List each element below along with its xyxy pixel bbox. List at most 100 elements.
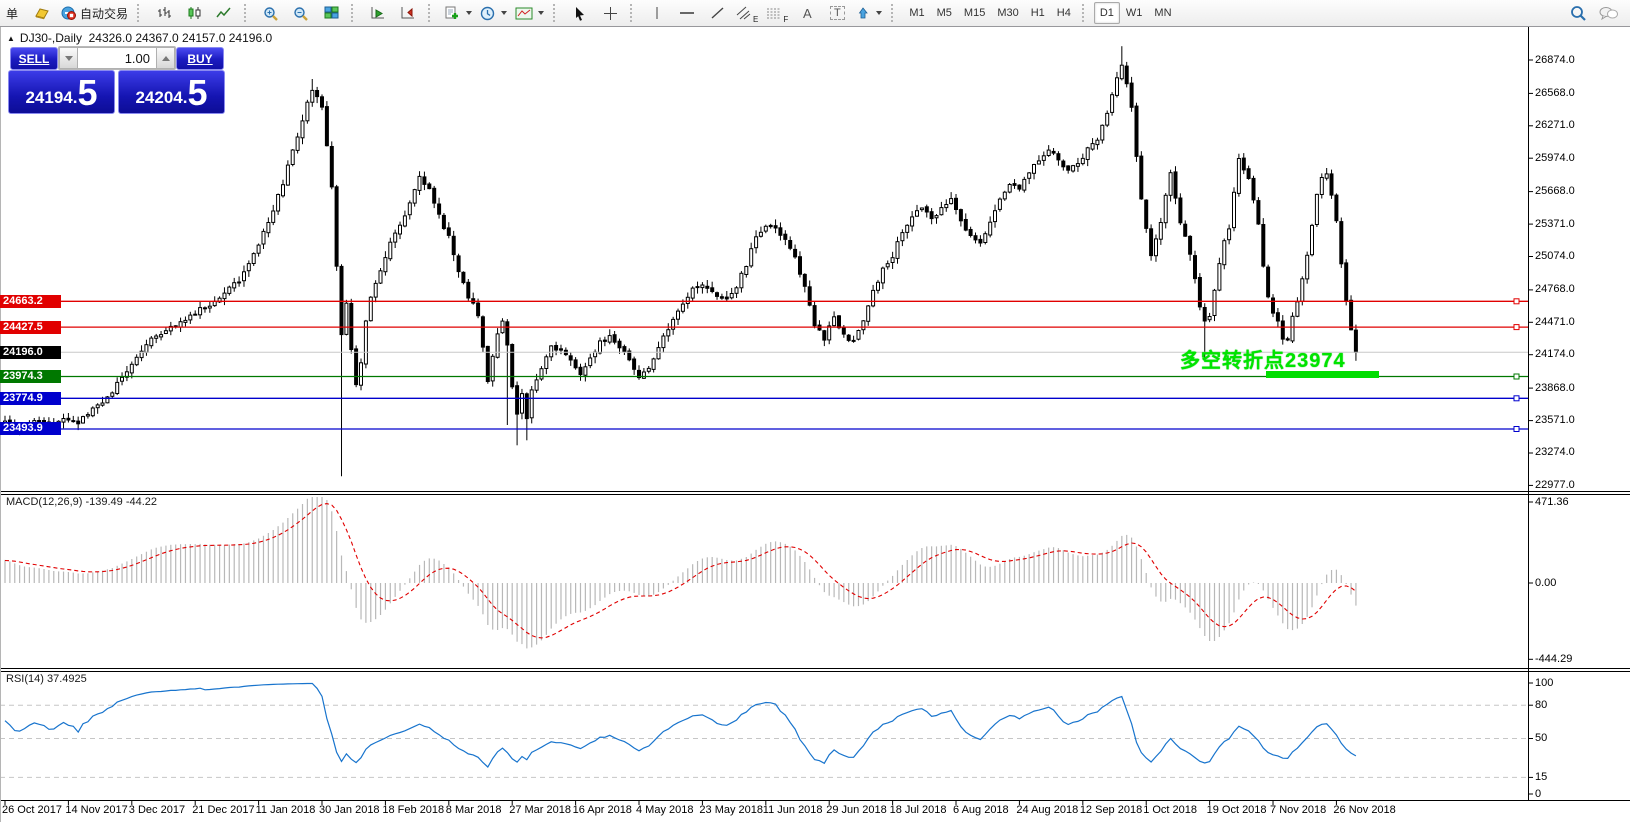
timeframe-mn[interactable]: MN xyxy=(1148,2,1177,24)
buy-price-main: 24204 xyxy=(135,88,182,108)
volume-decrease-button[interactable] xyxy=(59,47,78,69)
mt4-window: 单 自动交易 xyxy=(0,0,1630,822)
chart-symbol-period: DJ30-,Daily xyxy=(20,31,82,45)
candlestick-chart-icon xyxy=(187,6,202,20)
chat-button[interactable] xyxy=(1594,1,1622,25)
orders-clipped-button[interactable]: 单 xyxy=(0,1,26,25)
buy-button-label: BUY xyxy=(187,52,212,66)
timeframe-m1[interactable]: M1 xyxy=(903,2,930,24)
volume-increase-button[interactable] xyxy=(156,47,175,69)
horizontal-line-tool-button[interactable] xyxy=(673,1,701,25)
line-chart-icon xyxy=(216,6,232,20)
indicators-button[interactable] xyxy=(512,1,547,25)
chart-shift-button[interactable] xyxy=(394,1,422,25)
new-order-icon xyxy=(444,6,461,21)
tile-windows-button[interactable] xyxy=(317,1,345,25)
buy-price-button[interactable]: 24204.5 xyxy=(118,70,225,114)
new-order-button[interactable] xyxy=(441,1,475,25)
autotrading-button[interactable]: 自动交易 xyxy=(58,1,131,25)
indicators-dropdown-caret xyxy=(538,11,544,15)
collapse-panel-icon[interactable]: ▲ xyxy=(7,34,15,43)
timeframe-m5[interactable]: M5 xyxy=(931,2,958,24)
toolbar: 单 自动交易 xyxy=(0,0,1630,27)
gold-bar-icon xyxy=(34,6,50,20)
bar-chart-button[interactable] xyxy=(150,1,178,25)
sell-price-pips: 5 xyxy=(77,75,97,111)
bar-chart-icon xyxy=(157,6,172,20)
toolbar-grip[interactable] xyxy=(137,4,146,22)
auto-scroll-icon xyxy=(370,6,386,20)
chart-window[interactable]: 24663.224427.524196.023974.323774.923493… xyxy=(0,27,1630,822)
candlestick-chart-button[interactable] xyxy=(180,1,208,25)
fibonacci-tool-letter: F xyxy=(783,15,788,24)
clock-icon xyxy=(480,6,496,21)
chart-canvas[interactable] xyxy=(0,27,1630,822)
trendline-tool-button[interactable] xyxy=(703,1,731,25)
rsi-value: 37.4925 xyxy=(47,673,87,685)
zoom-out-button[interactable] xyxy=(287,1,315,25)
toolbar-grip[interactable] xyxy=(891,4,900,22)
channel-tool-letter: E xyxy=(753,15,758,24)
tile-windows-icon xyxy=(324,6,339,20)
crosshair-icon xyxy=(603,6,618,21)
timeframe-bar: M1M5M15M30H1H4 D1W1MN xyxy=(903,2,1177,24)
cursor-tool-button[interactable] xyxy=(566,1,594,25)
rsi-label: RSI(14) 37.4925 xyxy=(6,673,87,685)
equidistant-channel-icon xyxy=(736,6,753,21)
sell-button[interactable]: SELL xyxy=(10,47,58,70)
fibonacci-icon xyxy=(766,6,783,21)
period-dropdown-caret xyxy=(501,11,507,15)
triangle-down-icon xyxy=(65,56,73,61)
one-click-trading-panel: SELL 1.00 BUY 24194.5 24204.5 xyxy=(8,45,224,113)
timeframe-d1[interactable]: D1 xyxy=(1094,2,1120,24)
macd-label: MACD(12,26,9) -139.49 -44.22 xyxy=(6,496,157,508)
volume-input[interactable]: 1.00 xyxy=(78,47,156,69)
toolbar-grip[interactable] xyxy=(553,4,562,22)
triangle-up-icon xyxy=(162,56,170,61)
indicators-icon xyxy=(515,6,533,21)
orders-clipped-label: 单 xyxy=(6,5,18,22)
timeframe-m15[interactable]: M15 xyxy=(958,2,991,24)
sell-price-button[interactable]: 24194.5 xyxy=(8,70,115,114)
text-label-tool-button[interactable]: T xyxy=(823,1,851,25)
search-icon xyxy=(1570,5,1587,21)
fibonacci-tool-button[interactable]: F xyxy=(763,1,791,25)
vertical-line-icon xyxy=(651,6,663,20)
toolbar-grip[interactable] xyxy=(428,4,437,22)
new-order-dropdown-caret xyxy=(466,11,472,15)
toolbar-grip[interactable] xyxy=(244,4,253,22)
vertical-line-tool-button[interactable] xyxy=(643,1,671,25)
period-clock-button[interactable] xyxy=(477,1,510,25)
timeframe-h4[interactable]: H4 xyxy=(1051,2,1077,24)
toolbar-grip[interactable] xyxy=(351,4,360,22)
timeframe-m30[interactable]: M30 xyxy=(991,2,1024,24)
chat-bubbles-icon xyxy=(1599,6,1618,21)
zoom-in-button[interactable] xyxy=(257,1,285,25)
timeframe-w1[interactable]: W1 xyxy=(1120,2,1149,24)
text-tool-button[interactable]: A xyxy=(793,1,821,25)
zoom-in-icon xyxy=(263,6,279,21)
arrow-shapes-icon xyxy=(856,6,871,20)
zoom-out-icon xyxy=(293,6,309,21)
sell-price-main: 24194 xyxy=(25,88,72,108)
volume-value: 1.00 xyxy=(125,51,150,66)
trendline-icon xyxy=(710,6,725,20)
auto-scroll-button[interactable] xyxy=(364,1,392,25)
toolbar-grip[interactable] xyxy=(1082,4,1091,22)
arrows-dropdown-caret xyxy=(876,11,882,15)
buy-price-pips: 5 xyxy=(187,75,207,111)
timeframe-h1[interactable]: H1 xyxy=(1025,2,1051,24)
text-tool-label: A xyxy=(803,6,812,21)
crosshair-tool-button[interactable] xyxy=(596,1,624,25)
autotrading-icon xyxy=(61,6,77,20)
arrows-tool-button[interactable] xyxy=(853,1,885,25)
macd-values: -139.49 -44.22 xyxy=(85,496,157,508)
channel-tool-button[interactable]: E xyxy=(733,1,761,25)
buy-button[interactable]: BUY xyxy=(176,47,224,70)
cursor-icon xyxy=(573,6,587,21)
toolbar-grip[interactable] xyxy=(630,4,639,22)
chart-ohlc-values: 24326.0 24367.0 24157.0 24196.0 xyxy=(89,31,273,45)
new-order-gold-button[interactable] xyxy=(28,1,56,25)
line-chart-button[interactable] xyxy=(210,1,238,25)
search-button[interactable] xyxy=(1564,1,1592,25)
